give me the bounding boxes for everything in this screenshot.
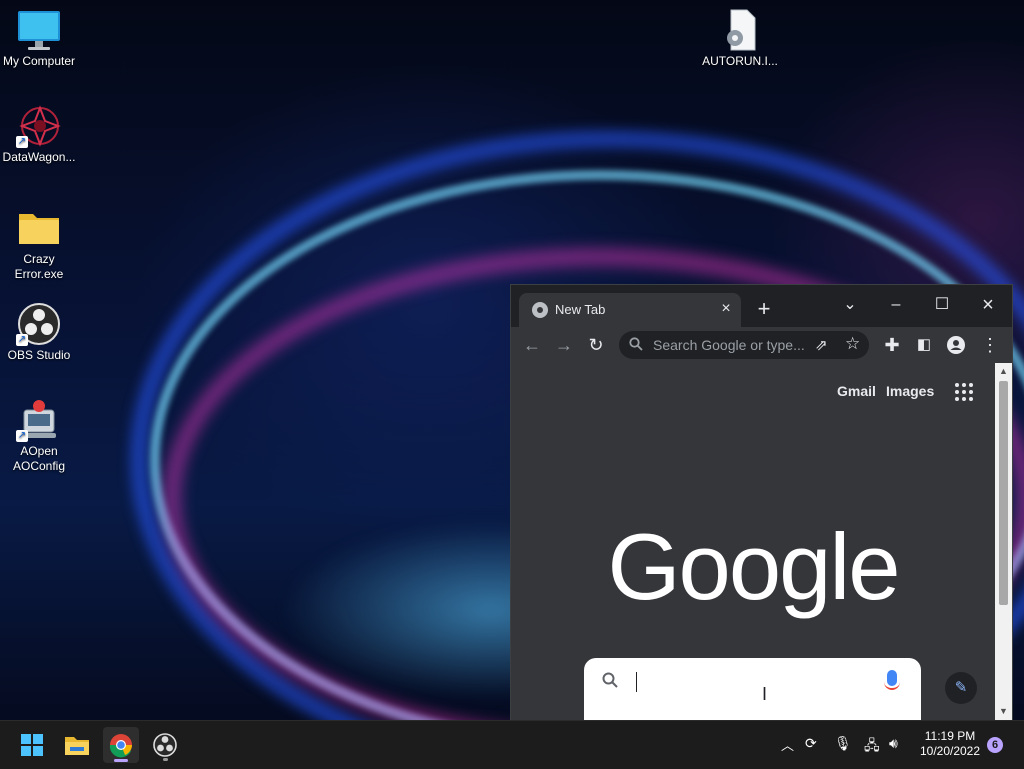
- taskbar-obs-studio[interactable]: [147, 727, 183, 763]
- desktop-icon-label: AOpen AOConfig: [12, 444, 66, 473]
- scroll-thumb[interactable]: [999, 381, 1008, 605]
- running-app-indicator: [163, 758, 168, 761]
- settings-file-icon: [717, 8, 763, 52]
- share-icon[interactable]: ⇗: [815, 336, 828, 354]
- clock-date: 10/20/2022: [919, 744, 981, 758]
- chrome-icon: [109, 734, 132, 758]
- folder-icon: [16, 206, 62, 250]
- search-icon: [629, 337, 643, 351]
- active-app-indicator: [114, 759, 128, 762]
- text-caret: [636, 672, 637, 692]
- address-bar[interactable]: Search Google or type... ⇗ ☆: [619, 331, 869, 359]
- tab-search-chevron-icon[interactable]: ⌄: [827, 291, 873, 321]
- shortcut-arrow-icon: ↗: [16, 334, 28, 346]
- desktop-icon-label: AUTORUN.I...: [702, 54, 778, 68]
- minimize-button[interactable]: –: [873, 291, 919, 321]
- back-arrow-icon[interactable]: ←: [519, 332, 545, 358]
- google-logo: Google: [607, 514, 900, 619]
- scroll-down-arrow-icon[interactable]: ▼: [995, 703, 1012, 720]
- desktop-icon-datawagon[interactable]: ↗ DataWagon...: [0, 104, 78, 165]
- desktop-icon-label: Crazy Error.exe: [14, 252, 64, 281]
- more-menu-icon[interactable]: ⋮: [977, 332, 1003, 358]
- clock-time: 11:19 PM: [924, 729, 976, 743]
- shortcut-arrow-icon: ↗: [16, 136, 28, 148]
- taskbar-file-explorer[interactable]: [59, 727, 95, 763]
- reload-icon[interactable]: ↻: [583, 332, 609, 358]
- clock[interactable]: 11:19 PM 10/20/2022: [914, 729, 986, 759]
- tab-title: New Tab: [555, 302, 606, 317]
- extensions-puzzle-icon[interactable]: ✚: [879, 332, 905, 358]
- desktop-icon-my-computer[interactable]: My Computer: [0, 8, 78, 69]
- close-tab-icon[interactable]: ×: [717, 300, 735, 318]
- microphone-icon[interactable]: 🎙︎: [834, 735, 852, 752]
- profile-avatar-icon[interactable]: [943, 332, 969, 358]
- tab-new-tab[interactable]: New Tab ×: [519, 293, 741, 327]
- ibeam-cursor-icon: I: [762, 684, 768, 704]
- volume-icon[interactable]: 🔊︎: [889, 735, 898, 752]
- network-icon[interactable]: 🖧︎: [864, 735, 880, 759]
- shortcut-arrow-icon: ↗: [16, 430, 28, 442]
- new-tab-page: Gmail Images Google I ✎: [511, 363, 995, 720]
- monitor-icon: [16, 8, 62, 52]
- taskbar: ︿ ⟳ 🎙︎ 🖧︎ 🔊︎ 11:19 PM 10/20/2022 6: [0, 720, 1024, 769]
- side-panel-icon[interactable]: ◧: [911, 332, 937, 358]
- desktop-icon-crazy-error[interactable]: Crazy Error.exe: [0, 206, 78, 282]
- forward-arrow-icon[interactable]: →: [551, 332, 577, 358]
- address-bar-placeholder: Search Google or type...: [653, 337, 805, 353]
- tab-strip: New Tab × + ⌄ – ☐ ×: [511, 285, 1012, 327]
- start-button[interactable]: [14, 727, 50, 763]
- customize-chrome-pencil-icon[interactable]: ✎: [945, 672, 977, 704]
- chrome-window[interactable]: New Tab × + ⌄ – ☐ × ← → ↻ Search Google …: [511, 285, 1012, 720]
- obs-icon: ↗: [16, 302, 62, 346]
- desktop-icon-autorun[interactable]: AUTORUN.I...: [701, 8, 779, 69]
- page-scrollbar[interactable]: ▲ ▼: [995, 363, 1012, 720]
- chrome-icon: [532, 302, 548, 318]
- browser-toolbar: ← → ↻ Search Google or type... ⇗ ☆ ✚ ◧ ⋮: [511, 327, 1012, 363]
- desktop-icon-aoconfig[interactable]: ↗ AOpen AOConfig: [0, 398, 78, 474]
- notification-badge[interactable]: 6: [987, 737, 1003, 753]
- file-explorer-icon: [65, 737, 89, 755]
- gmail-link[interactable]: Gmail: [837, 383, 876, 399]
- voice-search-mic-icon[interactable]: [884, 670, 900, 690]
- desktop-icon-label: OBS Studio: [7, 348, 71, 362]
- desktop-icon-obs-studio[interactable]: ↗ OBS Studio: [0, 302, 78, 363]
- datawagon-app-icon: ↗: [16, 104, 62, 148]
- show-hidden-icons-chevron-icon[interactable]: ︿: [781, 735, 794, 754]
- scroll-up-arrow-icon[interactable]: ▲: [995, 363, 1012, 380]
- google-apps-grid-icon[interactable]: [955, 383, 973, 401]
- search-icon: [602, 672, 618, 688]
- google-search-box[interactable]: I: [584, 658, 921, 720]
- taskbar-chrome[interactable]: [103, 727, 139, 763]
- bookmark-star-icon[interactable]: ☆: [845, 334, 860, 354]
- sync-icon[interactable]: ⟳: [805, 735, 817, 752]
- aoconfig-icon: ↗: [16, 398, 62, 442]
- images-link[interactable]: Images: [886, 383, 934, 399]
- desktop-icon-label: DataWagon...: [2, 150, 76, 164]
- desktop-icon-label: My Computer: [2, 54, 76, 68]
- maximize-button[interactable]: ☐: [919, 291, 965, 321]
- new-tab-button[interactable]: +: [753, 298, 775, 321]
- start-icon: [21, 734, 43, 756]
- close-window-button[interactable]: ×: [965, 291, 1011, 321]
